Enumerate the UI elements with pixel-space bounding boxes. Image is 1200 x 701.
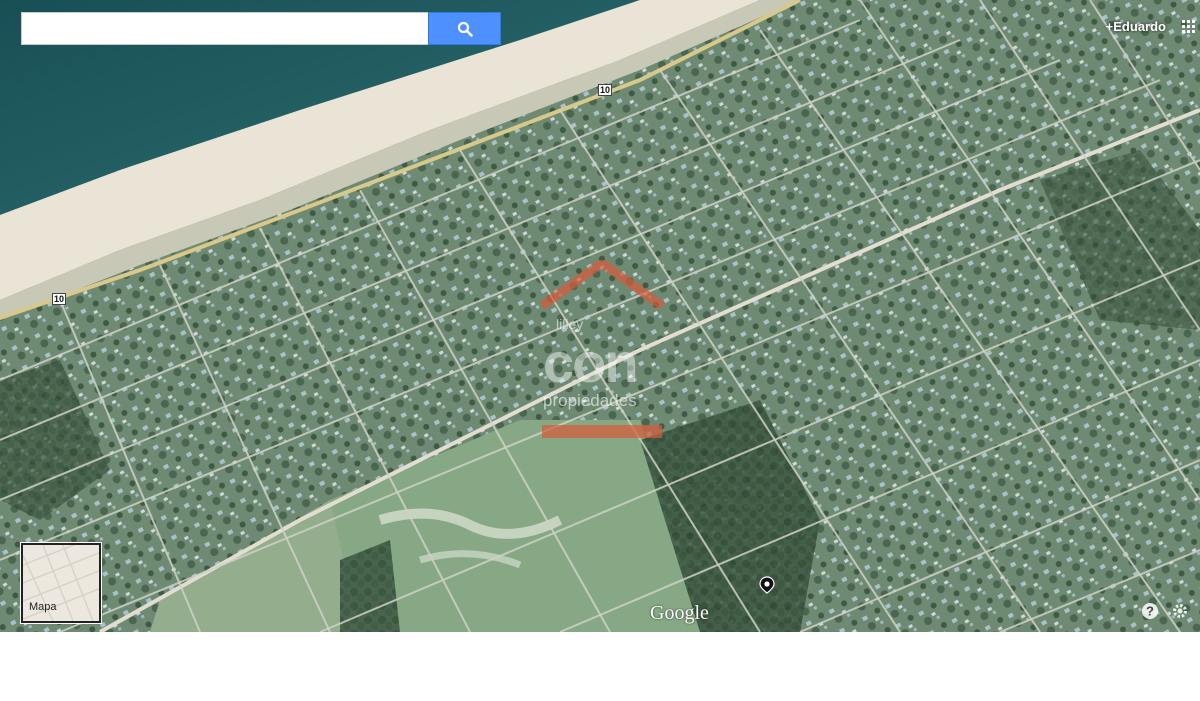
satellite-map[interactable]: 10 10 lilley con propiedades +Eduardo Ma… [0, 0, 1200, 632]
map-type-label: Mapa [29, 601, 57, 613]
google-logo: Google [650, 602, 709, 624]
apps-grid-icon[interactable] [1182, 20, 1196, 34]
map-type-toggle[interactable]: Mapa [21, 543, 101, 623]
watermark-text: con [543, 331, 639, 394]
account-name-text: Eduardo [1113, 19, 1166, 34]
search-button[interactable] [428, 12, 501, 45]
location-pin-icon[interactable] [759, 576, 775, 594]
search-input[interactable] [21, 12, 429, 45]
search-icon [457, 21, 473, 37]
route-shield: 10 [598, 84, 612, 96]
help-icon[interactable]: ? [1141, 602, 1159, 620]
svg-text:?: ? [1146, 604, 1154, 619]
watermark-text: propiedades [543, 391, 637, 410]
account-name[interactable]: +Eduardo [1106, 19, 1166, 34]
settings-gear-icon[interactable] [1171, 602, 1189, 620]
route-shield: 10 [52, 293, 66, 305]
